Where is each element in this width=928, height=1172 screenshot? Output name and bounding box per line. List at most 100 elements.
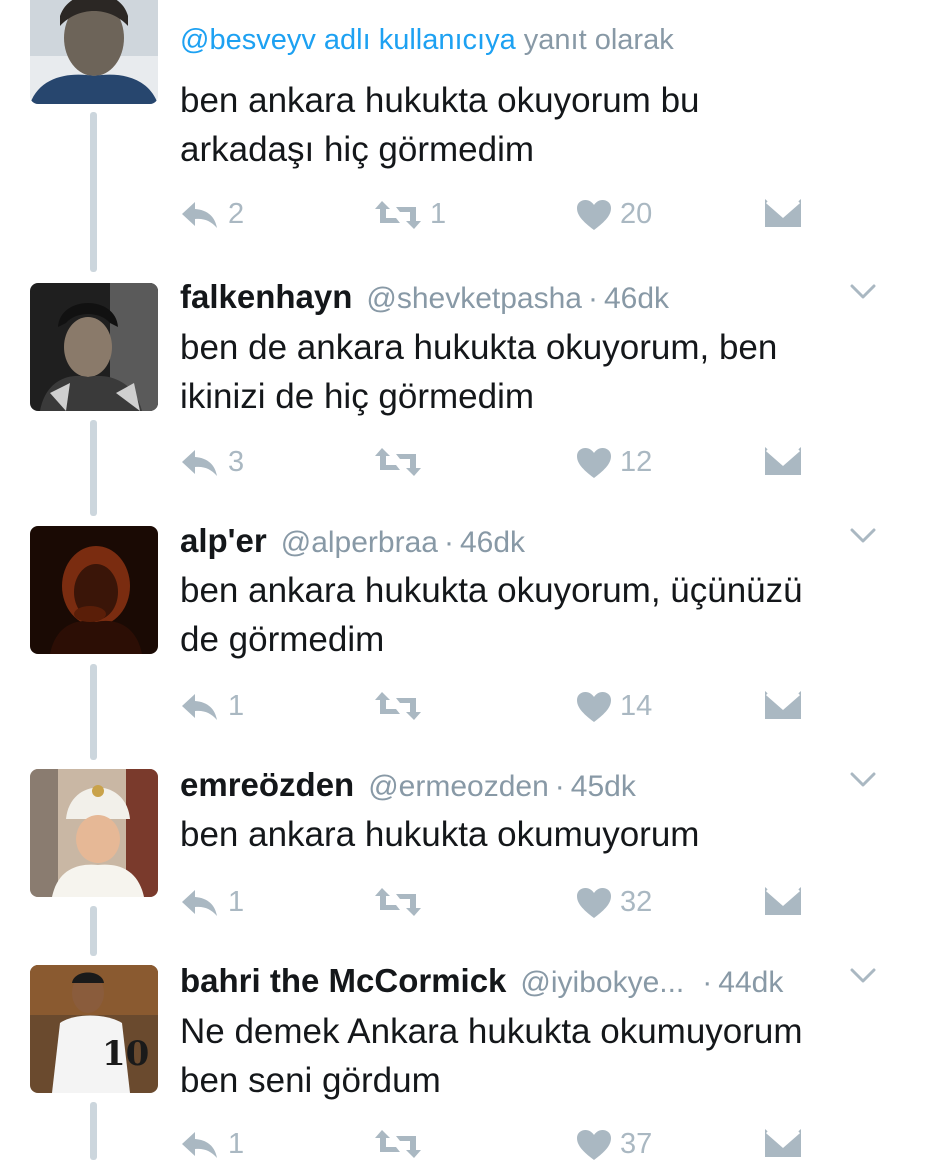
tweet-text: ben ankara hukukta okumuyorum bbox=[180, 810, 898, 859]
reply-icon bbox=[180, 200, 220, 230]
tweet-text: ben de ankara hukukta okuyorum, ben ikin… bbox=[180, 323, 898, 421]
tweet-text-line: ben ankara hukukta okumuyorum bbox=[180, 815, 700, 854]
avatar-image bbox=[30, 283, 158, 411]
retweet-button[interactable] bbox=[374, 446, 430, 478]
tweet-text: Ne demek Ankara hukukta okumuyorum ben s… bbox=[180, 1007, 898, 1105]
retweet-button[interactable]: 1 bbox=[374, 198, 446, 231]
tweet-text-line: ben de ankara hukukta okuyorum, ben bbox=[180, 328, 778, 367]
avatar-image bbox=[30, 769, 158, 897]
reply-count: 1 bbox=[228, 690, 245, 722]
reply-button[interactable]: 1 bbox=[180, 690, 244, 723]
like-button[interactable]: 20 bbox=[576, 198, 652, 231]
heart-icon bbox=[576, 691, 612, 723]
reply-button[interactable]: 2 bbox=[180, 198, 244, 231]
tweet-text-line: Ne demek Ankara hukukta okumuyorum bbox=[180, 1012, 803, 1051]
like-button[interactable]: 12 bbox=[576, 446, 652, 479]
envelope-icon bbox=[764, 690, 802, 720]
tweet-text-line: ben seni gördum bbox=[180, 1061, 441, 1100]
dm-button[interactable] bbox=[764, 1128, 802, 1158]
envelope-icon bbox=[764, 886, 802, 916]
dm-button[interactable] bbox=[764, 690, 802, 720]
retweet-icon bbox=[374, 446, 422, 478]
reply-button[interactable]: 1 bbox=[180, 1128, 244, 1161]
tweet-text-line: arkadaşı hiç görmedim bbox=[180, 130, 535, 169]
heart-icon bbox=[576, 447, 612, 479]
reply-button[interactable]: 1 bbox=[180, 886, 244, 919]
reply-count: 1 bbox=[228, 886, 245, 918]
thread-line bbox=[90, 112, 97, 272]
svg-text:10: 10 bbox=[102, 1034, 149, 1074]
tweet-header: alp'er @alperbraa · 46dk bbox=[180, 522, 898, 562]
timestamp[interactable]: 44dk bbox=[718, 966, 783, 1000]
heart-icon bbox=[576, 199, 612, 231]
display-name[interactable]: bahri the McCormick bbox=[180, 962, 506, 1000]
tweet-text: ben ankara hukukta okuyorum bu arkadaşı … bbox=[180, 76, 898, 174]
tweet-actions: 1 32 bbox=[180, 886, 820, 930]
dm-button[interactable] bbox=[764, 198, 802, 228]
tweet-header: falkenhayn @shevketpasha · 46dk bbox=[180, 278, 898, 318]
reply-count: 1 bbox=[228, 1128, 245, 1160]
tweet-text-line: de görmedim bbox=[180, 620, 385, 659]
thread-line bbox=[90, 1102, 97, 1160]
tweet-header: bahri the McCormick @iyibokye... · 44dk bbox=[180, 962, 898, 1002]
like-button[interactable]: 14 bbox=[576, 690, 652, 723]
chevron-down-icon[interactable] bbox=[850, 282, 876, 302]
user-handle[interactable]: @iyibokye... bbox=[520, 966, 684, 1000]
tweet-actions: 1 14 bbox=[180, 690, 820, 734]
reply-icon bbox=[180, 448, 220, 478]
avatar[interactable] bbox=[30, 769, 158, 897]
heart-icon bbox=[576, 1129, 612, 1161]
tweet-actions: 2 1 20 bbox=[180, 198, 820, 242]
retweet-button[interactable] bbox=[374, 886, 430, 918]
avatar[interactable]: 10 bbox=[30, 965, 158, 1093]
avatar-image bbox=[30, 0, 158, 104]
retweet-count: 1 bbox=[430, 198, 447, 230]
display-name[interactable]: falkenhayn bbox=[180, 278, 352, 316]
chevron-down-icon[interactable] bbox=[850, 526, 876, 546]
like-button[interactable]: 37 bbox=[576, 1128, 652, 1161]
tweet-text-line: ben ankara hukukta okuyorum bu bbox=[180, 81, 700, 120]
user-handle[interactable]: @alperbraa bbox=[281, 526, 438, 560]
reply-to-suffix: yanıt olarak bbox=[523, 24, 674, 56]
separator-dot: · bbox=[443, 526, 454, 559]
retweet-icon bbox=[374, 690, 422, 722]
chevron-down-icon[interactable] bbox=[850, 966, 876, 986]
user-handle[interactable]: @ermeozden bbox=[368, 770, 549, 804]
dm-button[interactable] bbox=[764, 446, 802, 476]
timestamp[interactable]: 46dk bbox=[604, 282, 669, 316]
reply-icon bbox=[180, 888, 220, 918]
chevron-down-icon[interactable] bbox=[850, 770, 876, 790]
envelope-icon bbox=[764, 446, 802, 476]
separator-dot: · bbox=[554, 770, 565, 803]
like-count: 14 bbox=[620, 690, 653, 722]
reply-count: 3 bbox=[228, 446, 245, 478]
retweet-button[interactable] bbox=[374, 1128, 430, 1160]
tweet-header: emreözden @ermeozden · 45dk bbox=[180, 766, 898, 806]
like-count: 37 bbox=[620, 1128, 653, 1160]
tweet-text-line: ben ankara hukukta okuyorum, üçünüzü bbox=[180, 571, 803, 610]
display-name[interactable]: emreözden bbox=[180, 766, 354, 804]
display-name[interactable]: alp'er bbox=[180, 522, 267, 560]
timestamp[interactable]: 45dk bbox=[571, 770, 636, 804]
retweet-button[interactable] bbox=[374, 690, 430, 722]
like-count: 20 bbox=[620, 198, 653, 230]
reply-icon bbox=[180, 692, 220, 722]
dm-button[interactable] bbox=[764, 886, 802, 916]
reply-to-link[interactable]: @besveyv adlı kullanıcıya bbox=[180, 24, 516, 56]
avatar[interactable] bbox=[30, 0, 158, 104]
envelope-icon bbox=[764, 198, 802, 228]
avatar[interactable] bbox=[30, 526, 158, 654]
like-count: 32 bbox=[620, 886, 653, 918]
separator-dot: · bbox=[702, 966, 713, 999]
avatar[interactable] bbox=[30, 283, 158, 411]
thread-line bbox=[90, 420, 97, 516]
reply-button[interactable]: 3 bbox=[180, 446, 244, 479]
like-count: 12 bbox=[620, 446, 653, 478]
avatar-image bbox=[30, 526, 158, 654]
reply-to: @besveyv adlı kullanıcıya yanıt olarak bbox=[180, 24, 674, 57]
retweet-icon bbox=[374, 886, 422, 918]
user-handle[interactable]: @shevketpasha bbox=[366, 282, 582, 316]
timestamp[interactable]: 46dk bbox=[460, 526, 525, 560]
like-button[interactable]: 32 bbox=[576, 886, 652, 919]
tweet-text-line: ikinizi de hiç görmedim bbox=[180, 377, 535, 416]
